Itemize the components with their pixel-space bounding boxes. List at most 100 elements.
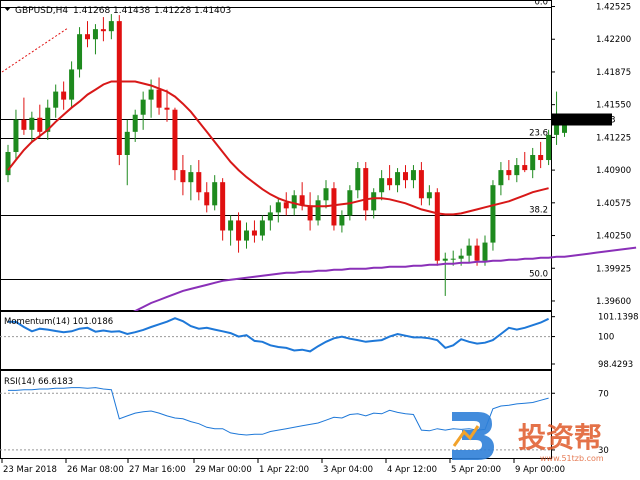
momentum-axis-label: 101.1398 [598,313,639,323]
price-axis-label: 1.40900 [596,166,631,176]
candle-body [395,172,401,186]
candle-body [466,245,472,256]
rsi-label: RSI(14) 66.6183 [4,377,73,387]
price-panel[interactable]: 0.0 23.6 38.2 50.0 GBPUSD,H4 1.41268 1.4143… [0,0,637,333]
current-price-label: 1.41403 [578,116,615,126]
candle-body [331,188,337,226]
fib-level-label: 50.0 [529,270,548,280]
price-axis-label: 1.41550 [596,101,631,111]
time-axis-label: 5 Apr 20:00 [451,465,501,475]
candle-body [442,258,448,261]
price-axis-label: 1.39925 [596,264,631,274]
candle-body [21,119,27,130]
candle-body [267,212,273,221]
candle-body [410,170,416,181]
candle-body [339,215,345,226]
candle-body [69,69,75,100]
price-axis-label: 1.39600 [596,297,631,307]
candle-body [307,205,313,221]
candle-body [164,107,170,110]
candle-body [538,155,544,161]
forex-chart: 0.0 23.6 38.2 50.0 GBPUSD,H4 1.41268 1.4143… [0,0,639,475]
time-axis-label: 23 Mar 2018 [3,465,57,475]
candle-body [251,230,257,236]
candle-body [371,192,377,211]
candle-body [426,192,432,199]
time-axis-label: 3 Apr 04:00 [323,465,373,475]
candle-body [434,192,440,261]
brand-name: 投资帮 [518,421,602,454]
candle-body [204,192,210,206]
candle-body [188,172,194,183]
candle-body [482,242,488,261]
candle-body [530,155,536,171]
candle-body [355,168,361,191]
candle-body [85,34,90,40]
candle-body [315,200,321,221]
candle-body [403,172,408,181]
candle-body [275,202,281,213]
candle-body [180,170,186,183]
fib-level-label: 23.6 [529,129,548,139]
candle-body [236,220,242,241]
candle-body [546,134,552,161]
price-axis-label: 1.42525 [596,3,631,13]
candle-body [228,220,234,231]
candle-body [458,255,464,259]
candle-body [5,151,11,176]
candle-body [522,165,528,171]
price-axis-label: 1.41225 [596,133,631,143]
candle-body [474,245,480,261]
momentum-panel[interactable]: Momentum(14) 101.0186 [0,311,552,370]
price-axis-label: 1.40250 [596,232,631,242]
candle-body [259,220,265,236]
brand-url: www.51tzb.com [540,454,604,463]
candle-body [132,114,138,132]
candle-body [77,34,83,70]
candle-body [498,170,504,186]
price-axis-label: 1.40575 [596,199,631,209]
candle-body [244,230,249,241]
low-price: 1.41228 [154,6,191,16]
candle-body [490,185,496,243]
candle-body [554,124,560,135]
time-axis-label: 29 Mar 00:00 [195,465,252,475]
high-price: 1.41438 [113,6,150,16]
candle-body [116,21,122,156]
symbol-label: GBPUSD,H4 [15,6,68,16]
close-price: 1.41403 [194,6,231,16]
candle-body [156,89,162,108]
price-axis-label: 1.42200 [596,35,631,45]
candle-body [196,172,202,193]
candle-body [53,91,59,108]
time-axis-label: 9 Apr 00:00 [515,465,565,475]
candle-body [108,21,114,32]
candle-body [418,170,424,199]
candle-body [37,117,43,132]
candle-body [506,170,512,176]
candle-body [212,182,218,206]
candle-body [323,188,329,201]
candle-body [29,117,35,130]
momentum-axis: 101.1398 100 98.4293 [551,313,639,370]
time-axis-label: 4 Apr 12:00 [387,465,437,475]
candle-body [92,29,98,40]
time-axis: 23 Mar 2018 26 Mar 08:00 27 Mar 16:00 29 Ma… [1,459,565,475]
price-axis: 1.42525 1.42200 1.41875 1.41550 1.41225 1.409… [551,3,631,307]
fib-level-label: 38.2 [529,206,548,216]
candle-body [172,109,178,171]
fib-level-label: 0.0 [534,0,548,8]
candle-body [61,91,67,100]
candle-body [148,89,154,100]
candle-body [100,29,106,32]
price-axis-label: 1.41875 [596,68,631,78]
momentum-axis-label: 100 [598,333,614,343]
time-axis-label: 26 Mar 08:00 [67,465,124,475]
candle-body [124,131,130,155]
time-axis-label: 27 Mar 16:00 [129,465,186,475]
candle-body [291,195,297,209]
current-price-tag: 1.41403 [552,113,616,126]
price-panel-frame [0,0,552,311]
candle-body [363,168,369,211]
momentum-axis-label: 98.4293 [598,360,633,370]
